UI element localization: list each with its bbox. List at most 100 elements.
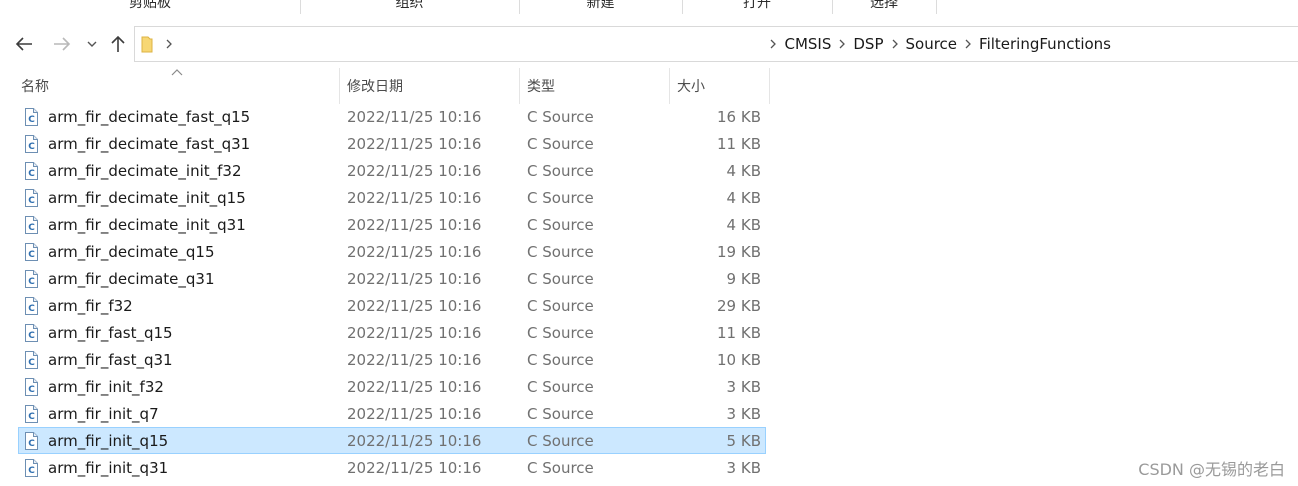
ribbon-group-new-label: 新建 [586, 0, 615, 11]
c-source-file-icon: C [25, 351, 38, 369]
file-row[interactable]: C arm_fir_decimate_init_q31 2022/11/25 1… [18, 211, 766, 238]
file-size: 3 KB [726, 405, 761, 423]
svg-text:C: C [28, 196, 35, 206]
svg-text:C: C [28, 115, 35, 125]
file-row[interactable]: C arm_fir_decimate_q31 2022/11/25 10:16 … [18, 265, 766, 292]
file-modified-date: 2022/11/25 10:16 [347, 324, 482, 342]
svg-text:C: C [28, 439, 35, 449]
breadcrumb-separator-icon [837, 27, 847, 61]
file-row[interactable]: C arm_fir_init_q7 2022/11/25 10:16 C Sou… [18, 400, 766, 427]
file-modified-date: 2022/11/25 10:16 [347, 297, 482, 315]
file-type: C Source [527, 459, 594, 477]
c-source-file-icon: C [25, 216, 38, 234]
file-type: C Source [527, 432, 594, 450]
file-modified-date: 2022/11/25 10:16 [347, 405, 482, 423]
file-row[interactable]: C arm_fir_decimate_init_f32 2022/11/25 1… [18, 157, 766, 184]
file-modified-date: 2022/11/25 10:16 [347, 243, 482, 261]
c-source-file-icon: C [25, 270, 38, 288]
file-name: arm_fir_fast_q15 [48, 324, 173, 342]
file-size: 4 KB [726, 189, 761, 207]
file-type: C Source [527, 216, 594, 234]
recent-locations-button[interactable] [84, 32, 100, 56]
file-name: arm_fir_decimate_init_q31 [48, 216, 246, 234]
file-row[interactable]: C arm_fir_decimate_fast_q31 2022/11/25 1… [18, 130, 766, 157]
ribbon-group-open-label: 打开 [743, 0, 771, 11]
file-name: arm_fir_decimate_q31 [48, 270, 215, 288]
c-source-file-icon: C [25, 108, 38, 126]
file-row[interactable]: C arm_fir_f32 2022/11/25 10:16 C Source … [18, 292, 766, 319]
ribbon-group-new: 新建 [519, 0, 682, 16]
file-size: 19 KB [717, 243, 761, 261]
file-row[interactable]: C arm_fir_decimate_init_q15 2022/11/25 1… [18, 184, 766, 211]
folder-icon [141, 36, 153, 53]
chevron-down-icon [87, 41, 97, 47]
file-type: C Source [527, 189, 594, 207]
ribbon-group-clipboard: 剪贴板 [0, 0, 300, 16]
breadcrumb-separator-icon [963, 27, 973, 61]
file-row[interactable]: C arm_fir_init_q15 2022/11/25 10:16 C So… [18, 427, 766, 454]
breadcrumb-item-source[interactable]: Source [900, 35, 964, 53]
file-size: 11 KB [717, 135, 761, 153]
forward-button[interactable] [50, 32, 74, 56]
up-button[interactable] [106, 32, 130, 56]
file-modified-date: 2022/11/25 10:16 [347, 270, 482, 288]
breadcrumb-item-cmsis[interactable]: CMSIS [778, 35, 837, 53]
arrow-left-icon [15, 37, 32, 51]
address-bar[interactable]: CMSIS DSP Source FilteringFunctions [134, 26, 1298, 62]
c-source-file-icon: C [25, 459, 38, 477]
file-size: 3 KB [726, 378, 761, 396]
ribbon-group-labels: 剪贴板 组织 新建 打开 选择 [0, 0, 1298, 16]
column-header-modified[interactable]: 修改日期 [347, 68, 519, 104]
svg-text:C: C [28, 223, 35, 233]
file-modified-date: 2022/11/25 10:16 [347, 432, 482, 450]
back-button[interactable] [12, 32, 36, 56]
file-row[interactable]: C arm_fir_init_q31 2022/11/25 10:16 C So… [18, 454, 766, 481]
svg-text:C: C [28, 358, 35, 368]
file-type: C Source [527, 108, 594, 126]
column-divider[interactable] [519, 68, 520, 104]
c-source-file-icon: C [25, 324, 38, 342]
file-row[interactable]: C arm_fir_decimate_q15 2022/11/25 10:16 … [18, 238, 766, 265]
svg-text:C: C [28, 169, 35, 179]
ribbon-group-organize: 组织 [300, 0, 519, 16]
file-row[interactable]: C arm_fir_fast_q15 2022/11/25 10:16 C So… [18, 319, 766, 346]
file-list: C arm_fir_decimate_fast_q15 2022/11/25 1… [18, 103, 766, 481]
c-source-file-icon: C [25, 297, 38, 315]
file-name: arm_fir_f32 [48, 297, 133, 315]
column-divider[interactable] [769, 68, 770, 104]
file-row[interactable]: C arm_fir_init_f32 2022/11/25 10:16 C So… [18, 373, 766, 400]
file-modified-date: 2022/11/25 10:16 [347, 162, 482, 180]
breadcrumb-item-dsp[interactable]: DSP [847, 35, 889, 53]
file-size: 10 KB [717, 351, 761, 369]
column-divider[interactable] [339, 68, 340, 104]
file-row[interactable]: C arm_fir_decimate_fast_q15 2022/11/25 1… [18, 103, 766, 130]
file-modified-date: 2022/11/25 10:16 [347, 216, 482, 234]
svg-text:C: C [28, 385, 35, 395]
file-modified-date: 2022/11/25 10:16 [347, 459, 482, 477]
column-divider[interactable] [669, 68, 670, 104]
c-source-file-icon: C [25, 135, 38, 153]
ribbon-separator [936, 0, 937, 14]
file-size: 3 KB [726, 459, 761, 477]
arrow-up-icon [111, 35, 125, 52]
column-header-size[interactable]: 大小 [677, 68, 769, 104]
svg-text:C: C [28, 466, 35, 476]
ribbon-group-clipboard-label: 剪贴板 [129, 0, 171, 11]
file-size: 4 KB [726, 216, 761, 234]
file-type: C Source [527, 135, 594, 153]
file-name: arm_fir_decimate_init_q15 [48, 189, 246, 207]
file-name: arm_fir_fast_q31 [48, 351, 173, 369]
file-name: arm_fir_init_q7 [48, 405, 159, 423]
file-row[interactable]: C arm_fir_fast_q31 2022/11/25 10:16 C So… [18, 346, 766, 373]
file-type: C Source [527, 270, 594, 288]
column-header-row: 名称 修改日期 类型 大小 [0, 68, 770, 104]
column-header-type[interactable]: 类型 [527, 68, 669, 104]
svg-text:C: C [28, 412, 35, 422]
c-source-file-icon: C [25, 243, 38, 261]
file-size: 11 KB [717, 324, 761, 342]
breadcrumb-item-filteringfunctions[interactable]: FilteringFunctions [973, 35, 1298, 53]
file-name: arm_fir_init_q15 [48, 432, 169, 450]
column-header-name[interactable]: 名称 [21, 68, 339, 104]
svg-text:C: C [28, 142, 35, 152]
c-source-file-icon: C [25, 432, 38, 450]
